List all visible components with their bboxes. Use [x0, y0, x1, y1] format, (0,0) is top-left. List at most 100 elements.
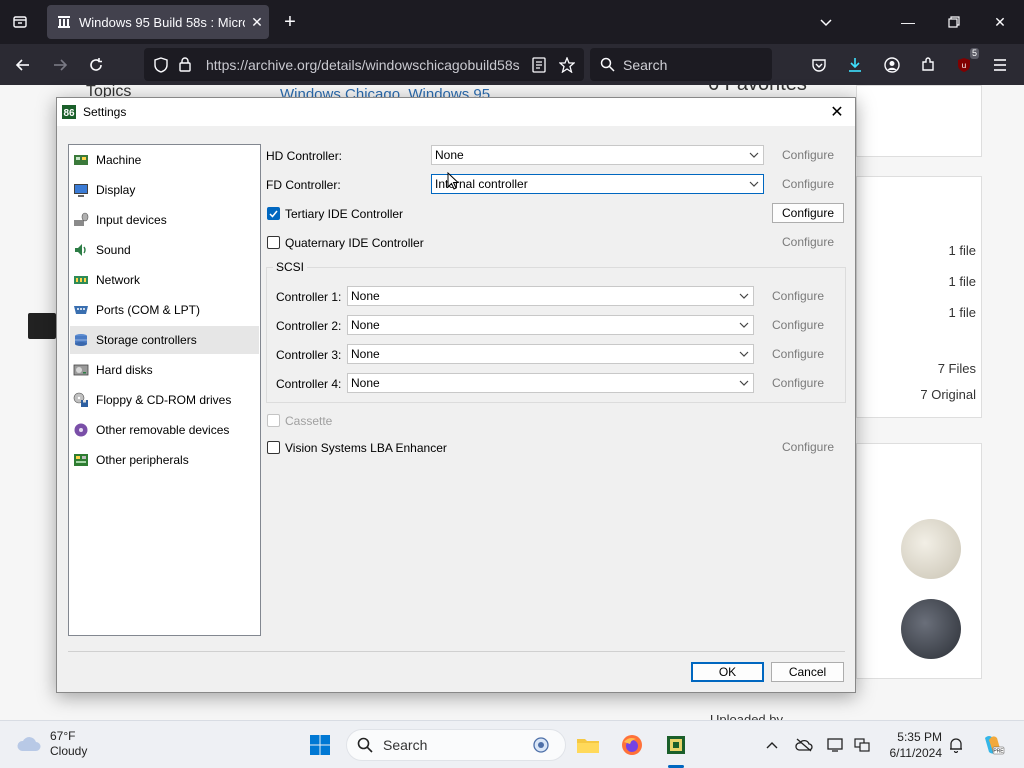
- sidebar-item-label: Floppy & CD-ROM drives: [96, 393, 232, 407]
- tab-overflow-chevron-icon[interactable]: [814, 10, 838, 34]
- restore-icon[interactable]: [942, 10, 966, 34]
- fd-controller-configure-button[interactable]: Configure: [772, 174, 844, 194]
- account-icon[interactable]: [879, 52, 905, 78]
- file-count-1: 1 file: [948, 243, 976, 258]
- scsi-controller-1-configure-button[interactable]: Configure: [762, 286, 834, 306]
- sidebar-item-other-peripherals[interactable]: Other peripherals: [70, 446, 259, 474]
- bookmark-star-icon[interactable]: [556, 54, 578, 76]
- scsi-controller-2-value: None: [351, 318, 380, 332]
- notification-bell-icon[interactable]: [946, 735, 966, 755]
- sidebar-item-storage-controllers[interactable]: Storage controllers: [70, 326, 259, 354]
- taskbar-search-label: Search: [383, 737, 428, 753]
- url-bar[interactable]: https://archive.org/details/windowschica…: [144, 48, 584, 81]
- quaternary-ide-configure-button[interactable]: Configure: [772, 232, 844, 252]
- scsi-controller-2-configure-button[interactable]: Configure: [762, 315, 834, 335]
- sidebar-item-label: Storage controllers: [96, 333, 197, 347]
- sidebar-item-ports[interactable]: Ports (COM & LPT): [70, 296, 259, 324]
- sidebar-item-label: Machine: [96, 153, 142, 167]
- weather-description: Cloudy: [50, 744, 88, 758]
- sidebar-item-label: Network: [96, 273, 141, 287]
- display-settings-icon[interactable]: [826, 735, 846, 755]
- ports-icon: [74, 306, 88, 314]
- file-explorer-icon[interactable]: [572, 729, 604, 761]
- peripherals-icon: [74, 454, 88, 466]
- back-arrow-icon[interactable]: [10, 52, 36, 78]
- scsi-controller-1-select[interactable]: None: [347, 286, 754, 306]
- total-files: 7 Files: [937, 361, 976, 376]
- dialog-close-icon[interactable]: ✕: [825, 100, 849, 124]
- downloads-icon[interactable]: [842, 52, 868, 78]
- scsi-controller-3-select[interactable]: None: [347, 344, 754, 364]
- url-text: https://archive.org/details/windowschica…: [206, 56, 520, 73]
- fd-controller-value: Internal controller: [435, 177, 528, 191]
- forward-arrow-icon[interactable]: [47, 52, 73, 78]
- cancel-button[interactable]: Cancel: [771, 662, 844, 682]
- sidebar-item-display[interactable]: Display: [70, 176, 259, 204]
- tray-overflow-chevron-icon[interactable]: [762, 735, 782, 755]
- reader-view-icon[interactable]: [528, 54, 550, 76]
- weather-widget[interactable]: 67°F Cloudy: [16, 729, 87, 759]
- related-thumbnail-2[interactable]: [901, 599, 961, 659]
- sidebar-item-input-devices[interactable]: Input devices: [70, 206, 259, 234]
- 86box-taskbar-icon[interactable]: [660, 729, 692, 761]
- start-windows-icon[interactable]: [304, 729, 336, 761]
- sidebar-item-label: Ports (COM & LPT): [96, 303, 201, 317]
- new-tab-icon[interactable]: +: [278, 10, 302, 34]
- total-original: 7 Original: [920, 387, 976, 402]
- reload-icon[interactable]: [83, 52, 109, 78]
- scsi-controller-3-configure-button[interactable]: Configure: [762, 344, 834, 364]
- cloud-icon: [17, 737, 41, 751]
- sidebar-item-network[interactable]: Network: [70, 266, 259, 294]
- pocket-icon[interactable]: [806, 52, 832, 78]
- hd-controller-label: HD Controller:: [266, 149, 343, 163]
- ok-button[interactable]: OK: [691, 662, 764, 682]
- network-status-icon[interactable]: [852, 735, 872, 755]
- browser-tab[interactable]: Windows 95 Build 58s : Microsoft ✕: [47, 5, 269, 39]
- window-close-icon[interactable]: ✕: [988, 10, 1012, 34]
- tertiary-ide-label[interactable]: Tertiary IDE Controller: [285, 207, 403, 221]
- quaternary-ide-checkbox[interactable]: [267, 236, 280, 249]
- hd-controller-configure-button[interactable]: Configure: [772, 145, 844, 165]
- sidebar-item-other-removable[interactable]: Other removable devices: [70, 416, 259, 444]
- quaternary-ide-label[interactable]: Quaternary IDE Controller: [285, 236, 424, 250]
- taskbar-search-box[interactable]: Search: [346, 729, 566, 761]
- tab-close-icon[interactable]: ✕: [245, 14, 269, 31]
- menu-hamburger-icon[interactable]: [987, 52, 1013, 78]
- browser-tab-bar: Windows 95 Build 58s : Microsoft ✕ + — ✕: [0, 0, 1024, 44]
- chevron-down-icon: [745, 146, 763, 164]
- vision-lba-label[interactable]: Vision Systems LBA Enhancer: [285, 441, 447, 455]
- vision-lba-configure-button[interactable]: Configure: [772, 437, 844, 457]
- scsi-controller-4-select[interactable]: None: [347, 373, 754, 393]
- lock-icon[interactable]: [174, 54, 196, 76]
- cassette-checkbox[interactable]: [267, 414, 280, 427]
- scsi-controller-4-configure-button[interactable]: Configure: [762, 373, 834, 393]
- tertiary-ide-configure-button[interactable]: Configure: [772, 203, 844, 223]
- sidebar-item-machine[interactable]: Machine: [70, 146, 259, 174]
- extensions-icon[interactable]: [915, 52, 941, 78]
- vision-lba-checkbox[interactable]: [267, 441, 280, 454]
- fd-controller-select[interactable]: Internal controller: [431, 174, 764, 194]
- onedrive-offline-icon[interactable]: [794, 735, 814, 755]
- sidebar-item-label: Sound: [96, 243, 131, 257]
- tab-list-icon[interactable]: [8, 10, 32, 34]
- chat-bubble-icon[interactable]: [28, 313, 56, 339]
- minimize-icon[interactable]: —: [896, 10, 920, 34]
- system-clock[interactable]: 5:35 PM 6/11/2024: [880, 729, 943, 761]
- sidebar-item-hard-disks[interactable]: Hard disks: [70, 356, 259, 384]
- file-count-3: 1 file: [948, 305, 976, 320]
- shield-icon[interactable]: [150, 54, 172, 76]
- related-thumbnail-1[interactable]: [901, 519, 961, 579]
- firefox-icon[interactable]: [616, 729, 648, 761]
- hd-controller-select[interactable]: None: [431, 145, 764, 165]
- dialog-title-bar[interactable]: 86 Settings: [57, 98, 855, 126]
- sidebar-item-sound[interactable]: Sound: [70, 236, 259, 264]
- chevron-down-icon: [735, 345, 753, 363]
- copilot-icon[interactable]: PRE: [980, 732, 1006, 758]
- scsi-controller-2-select[interactable]: None: [347, 315, 754, 335]
- sidebar-item-label: Other removable devices: [96, 423, 230, 437]
- scsi-controller-4-label: Controller 4:: [276, 377, 342, 391]
- sidebar-item-floppy-cdrom[interactable]: Floppy & CD-ROM drives: [70, 386, 259, 414]
- ublock-icon[interactable]: u 5: [951, 48, 979, 78]
- tertiary-ide-checkbox[interactable]: [267, 207, 280, 220]
- browser-search-input[interactable]: Search: [590, 48, 772, 81]
